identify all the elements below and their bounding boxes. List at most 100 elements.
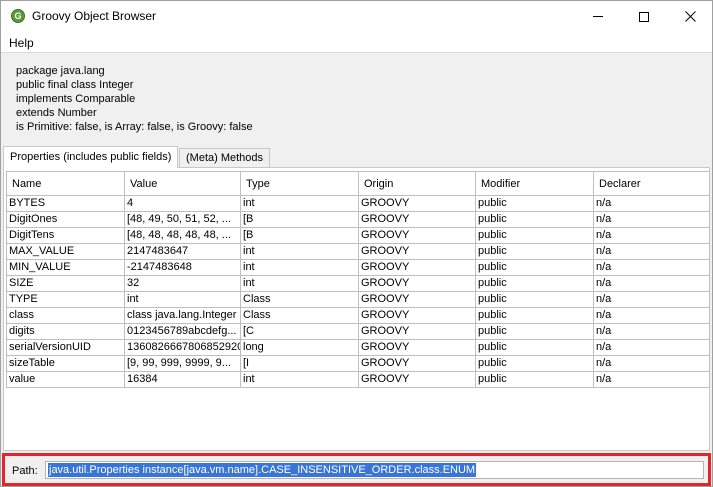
column-header-declarer[interactable]: Declarer xyxy=(593,171,710,196)
cell-modifier[interactable]: public xyxy=(475,307,594,324)
cell-name[interactable]: sizeTable xyxy=(6,355,125,372)
cell-value[interactable]: 16384 xyxy=(124,371,241,388)
table-row[interactable]: DigitTens [48, 48, 48, 48, 48, ... [B GROOV… xyxy=(6,227,710,244)
cell-value[interactable]: [48, 49, 50, 51, 52, ... xyxy=(124,211,241,228)
cell-value[interactable]: 32 xyxy=(124,275,241,292)
cell-value[interactable]: class java.lang.Integer xyxy=(124,307,241,324)
cell-declarer[interactable]: n/a xyxy=(593,243,710,260)
cell-name[interactable]: MAX_VALUE xyxy=(6,243,125,260)
cell-name[interactable]: value xyxy=(6,371,125,388)
cell-declarer[interactable]: n/a xyxy=(593,339,710,356)
column-header-name[interactable]: Name xyxy=(6,171,125,196)
table-row[interactable]: TYPE int Class GROOVY public n/a xyxy=(6,291,710,308)
cell-type[interactable]: int xyxy=(240,275,359,292)
column-header-origin[interactable]: Origin xyxy=(358,171,476,196)
cell-declarer[interactable]: n/a xyxy=(593,275,710,292)
cell-modifier[interactable]: public xyxy=(475,211,594,228)
table-row[interactable]: serialVersionUID 1360826667806852920 long G… xyxy=(6,339,710,356)
column-header-value[interactable]: Value xyxy=(124,171,241,196)
table-row[interactable]: class class java.lang.Integer Class GROOVY p… xyxy=(6,307,710,324)
cell-value[interactable]: 0123456789abcdefg... xyxy=(124,323,241,340)
cell-value[interactable]: -2147483648 xyxy=(124,259,241,276)
cell-name[interactable]: TYPE xyxy=(6,291,125,308)
cell-name[interactable]: DigitTens xyxy=(6,227,125,244)
path-input[interactable]: java.util.Properties instance[java.vm.na… xyxy=(45,461,704,479)
cell-declarer[interactable]: n/a xyxy=(593,355,710,372)
table-row[interactable]: BYTES 4 int GROOVY public n/a xyxy=(6,195,710,212)
column-header-modifier[interactable]: Modifier xyxy=(475,171,594,196)
cell-name[interactable]: SIZE xyxy=(6,275,125,292)
cell-type[interactable]: [C xyxy=(240,323,359,340)
cell-origin[interactable]: GROOVY xyxy=(358,339,476,356)
cell-value[interactable]: 2147483647 xyxy=(124,243,241,260)
cell-origin[interactable]: GROOVY xyxy=(358,243,476,260)
cell-modifier[interactable]: public xyxy=(475,339,594,356)
table-row[interactable]: DigitOnes [48, 49, 50, 51, 52, ... [B GROOV… xyxy=(6,211,710,228)
cell-type[interactable]: int xyxy=(240,195,359,212)
cell-name[interactable]: MIN_VALUE xyxy=(6,259,125,276)
cell-name[interactable]: DigitOnes xyxy=(6,211,125,228)
cell-value[interactable]: 4 xyxy=(124,195,241,212)
cell-modifier[interactable]: public xyxy=(475,227,594,244)
table-row[interactable]: sizeTable [9, 99, 999, 9999, 9... [I GROOVY… xyxy=(6,355,710,372)
cell-modifier[interactable]: public xyxy=(475,291,594,308)
cell-value[interactable]: int xyxy=(124,291,241,308)
menu-bar: Help xyxy=(1,32,712,53)
table-row[interactable]: value 16384 int GROOVY public n/a xyxy=(6,371,710,388)
cell-origin[interactable]: GROOVY xyxy=(358,307,476,324)
cell-declarer[interactable]: n/a xyxy=(593,211,710,228)
cell-value[interactable]: [9, 99, 999, 9999, 9... xyxy=(124,355,241,372)
cell-origin[interactable]: GROOVY xyxy=(358,291,476,308)
cell-name[interactable]: serialVersionUID xyxy=(6,339,125,356)
cell-declarer[interactable]: n/a xyxy=(593,227,710,244)
cell-type[interactable]: [I xyxy=(240,355,359,372)
cell-value[interactable]: [48, 48, 48, 48, 48, ... xyxy=(124,227,241,244)
table-row[interactable]: MIN_VALUE -2147483648 int GROOVY public n/a xyxy=(6,259,710,276)
cell-origin[interactable]: GROOVY xyxy=(358,355,476,372)
menu-help[interactable]: Help xyxy=(9,36,34,50)
cell-type[interactable]: [B xyxy=(240,227,359,244)
cell-name[interactable]: BYTES xyxy=(6,195,125,212)
column-header-type[interactable]: Type xyxy=(240,171,359,196)
cell-type[interactable]: Class xyxy=(240,307,359,324)
cell-modifier[interactable]: public xyxy=(475,259,594,276)
cell-origin[interactable]: GROOVY xyxy=(358,227,476,244)
cell-name[interactable]: class xyxy=(6,307,125,324)
table-row[interactable]: MAX_VALUE 2147483647 int GROOVY public n/a xyxy=(6,243,710,260)
minimize-button[interactable] xyxy=(575,1,621,32)
cell-type[interactable]: Class xyxy=(240,291,359,308)
cell-origin[interactable]: GROOVY xyxy=(358,275,476,292)
cell-modifier[interactable]: public xyxy=(475,195,594,212)
cell-origin[interactable]: GROOVY xyxy=(358,259,476,276)
cell-modifier[interactable]: public xyxy=(475,371,594,388)
cell-origin[interactable]: GROOVY xyxy=(358,371,476,388)
tab-meta-methods[interactable]: (Meta) Methods xyxy=(179,148,271,168)
cell-modifier[interactable]: public xyxy=(475,275,594,292)
cell-declarer[interactable]: n/a xyxy=(593,371,710,388)
cell-modifier[interactable]: public xyxy=(475,355,594,372)
cell-origin[interactable]: GROOVY xyxy=(358,211,476,228)
cell-value[interactable]: 1360826667806852920 xyxy=(124,339,241,356)
cell-declarer[interactable]: n/a xyxy=(593,291,710,308)
cell-origin[interactable]: GROOVY xyxy=(358,323,476,340)
cell-type[interactable]: int xyxy=(240,243,359,260)
cell-modifier[interactable]: public xyxy=(475,243,594,260)
cell-modifier[interactable]: public xyxy=(475,323,594,340)
cell-type[interactable]: int xyxy=(240,259,359,276)
close-button[interactable] xyxy=(667,1,713,32)
title-bar[interactable]: G Groovy Object Browser xyxy=(1,1,712,32)
cell-type[interactable]: [B xyxy=(240,211,359,228)
table-row[interactable]: SIZE 32 int GROOVY public n/a xyxy=(6,275,710,292)
class-info: package java.lang public final class Int… xyxy=(16,64,253,134)
table-row[interactable]: digits 0123456789abcdefg... [C GROOVY public… xyxy=(6,323,710,340)
cell-name[interactable]: digits xyxy=(6,323,125,340)
cell-type[interactable]: long xyxy=(240,339,359,356)
cell-declarer[interactable]: n/a xyxy=(593,307,710,324)
cell-declarer[interactable]: n/a xyxy=(593,195,710,212)
cell-origin[interactable]: GROOVY xyxy=(358,195,476,212)
maximize-button[interactable] xyxy=(621,1,667,32)
cell-type[interactable]: int xyxy=(240,371,359,388)
cell-declarer[interactable]: n/a xyxy=(593,259,710,276)
tab-properties[interactable]: Properties (includes public fields) xyxy=(3,146,179,168)
cell-declarer[interactable]: n/a xyxy=(593,323,710,340)
